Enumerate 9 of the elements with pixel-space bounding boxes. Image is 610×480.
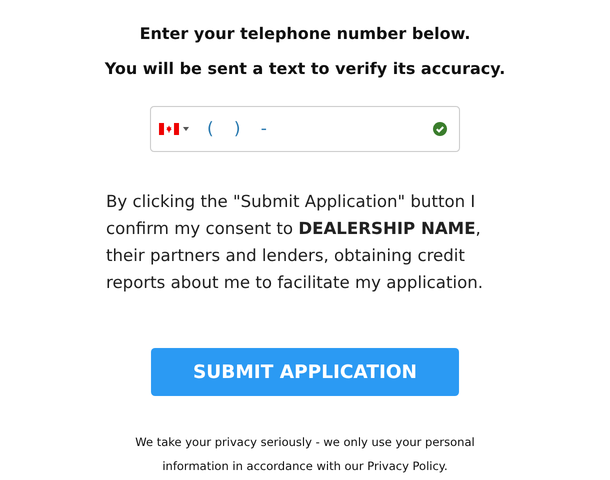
phone-field[interactable]: ( ) - <box>150 106 460 152</box>
instruction-heading: Enter your telephone number below. <box>140 24 470 44</box>
phone-input[interactable]: ( ) - <box>205 116 405 144</box>
instruction-heading: You will be sent a text to verify its accuracy. <box>104 59 506 78</box>
submit-button[interactable]: SUBMIT APPLICATION <box>151 348 459 396</box>
consent-text: By clicking the "Submit Application" button I confirm my consent to DEALERSHIP NAME, their partners and lenders, obtaining credit reports about me to facilitate my application. <box>106 191 484 294</box>
privacy-note: We take your privacy seriously - we only use your personal information in accordance with our Privacy Policy. <box>134 434 476 476</box>
flag-icon[interactable] <box>159 123 179 136</box>
caret-icon[interactable] <box>183 127 189 132</box>
